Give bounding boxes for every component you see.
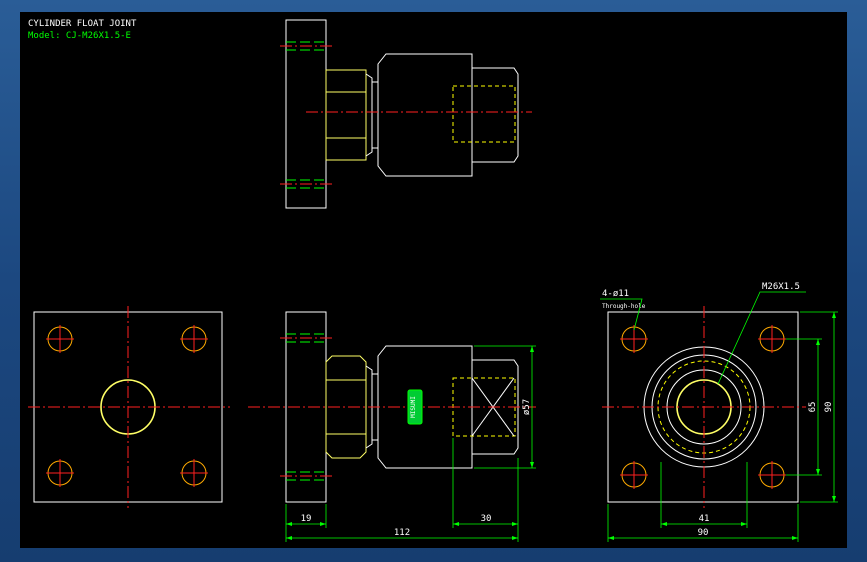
dim-57: ø57 bbox=[522, 399, 532, 415]
dim-90-horizontal: 90 bbox=[698, 528, 709, 538]
top-view bbox=[280, 19, 532, 209]
left-end-view bbox=[28, 306, 230, 508]
dim-30: 30 bbox=[481, 514, 492, 524]
right-end-view bbox=[602, 306, 806, 508]
holes-callout: 4-ø11 bbox=[602, 289, 629, 299]
dim-112: 112 bbox=[394, 528, 410, 538]
app-frame: CYLINDER FLOAT JOINT Model: CJ-M26X1.5-E bbox=[0, 0, 867, 562]
thread-callout: M26X1.5 bbox=[762, 282, 800, 292]
drawing-svg: CYLINDER FLOAT JOINT Model: CJ-M26X1.5-E bbox=[28, 19, 838, 542]
drawing-model: Model: CJ-M26X1.5-E bbox=[28, 31, 131, 41]
holes-note: Through-hole bbox=[602, 303, 646, 310]
dim-90-vertical: 90 bbox=[824, 402, 834, 413]
cad-drawing-canvas[interactable]: CYLINDER FLOAT JOINT Model: CJ-M26X1.5-E bbox=[20, 12, 847, 548]
dim-65: 65 bbox=[808, 402, 818, 413]
front-view: MISUMI bbox=[248, 311, 536, 503]
dimension-arrows bbox=[286, 312, 836, 540]
dim-19: 19 bbox=[301, 514, 312, 524]
brand-logo-text: MISUMI bbox=[410, 396, 417, 418]
drawing-title: CYLINDER FLOAT JOINT bbox=[28, 19, 137, 29]
dim-41: 41 bbox=[699, 514, 710, 524]
